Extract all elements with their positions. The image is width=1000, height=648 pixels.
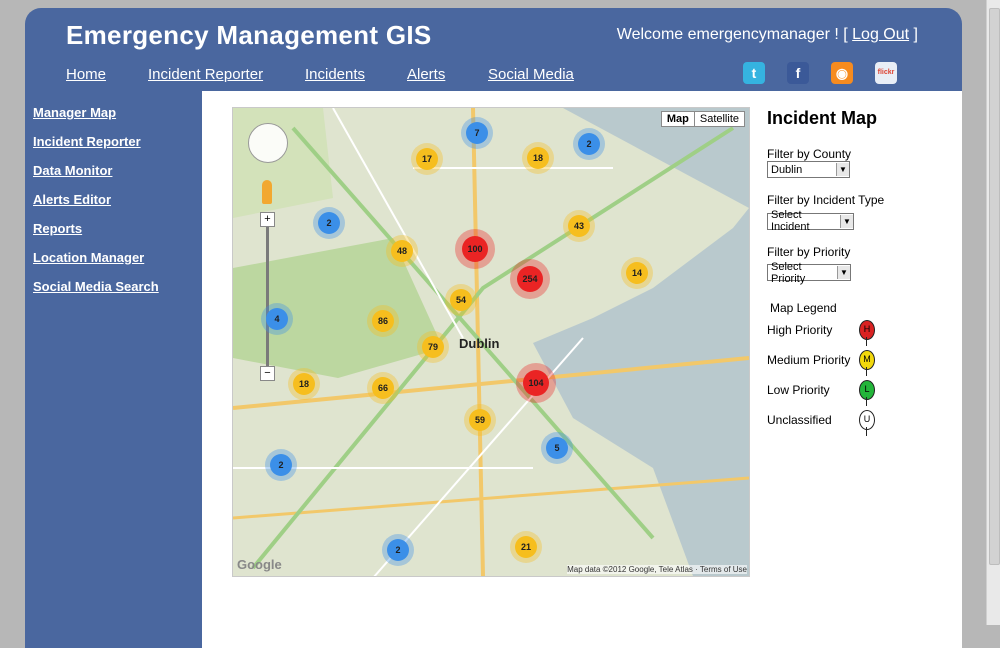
logout-link[interactable]: Log Out <box>852 26 909 43</box>
chevron-down-icon: ▼ <box>837 266 850 279</box>
sidebar-item-alerts-editor[interactable]: Alerts Editor <box>33 192 111 207</box>
street-view-pegman-icon[interactable] <box>262 180 272 204</box>
legend-label: Medium Priority <box>767 353 851 367</box>
map-city-label: Dublin <box>459 336 500 351</box>
google-logo: Google <box>237 557 282 572</box>
flickr-icon[interactable]: flickr <box>875 62 897 84</box>
incident-type-select-value: Select Incident <box>771 209 810 233</box>
incident-cluster-marker[interactable]: 54 <box>450 289 472 311</box>
incident-cluster-marker[interactable]: 104 <box>523 370 549 396</box>
priority-select[interactable]: Select Priority ▼ <box>767 261 851 285</box>
incident-cluster-marker[interactable]: 5 <box>546 437 568 459</box>
scrollbar-thumb[interactable] <box>989 8 1000 565</box>
legend-label: Unclassified <box>767 413 832 427</box>
rss-icon[interactable]: ◉ <box>831 62 853 84</box>
panel-title: Incident Map <box>767 108 878 128</box>
incident-cluster-marker[interactable]: 86 <box>372 310 394 332</box>
filter-panel: Incident Map Filter by County Dublin ▼ Fi… <box>767 108 952 436</box>
nav-alerts[interactable]: Alerts <box>407 66 445 83</box>
main-content: Dublin + − Map Satellite 7 2 17 18 2 43 … <box>202 91 962 648</box>
incident-cluster-marker[interactable]: 4 <box>266 308 288 330</box>
chevron-down-icon: ▼ <box>840 214 853 228</box>
incident-cluster-marker[interactable]: 43 <box>568 215 590 237</box>
zoom-slider[interactable] <box>266 218 269 378</box>
app-title: Emergency Management GIS <box>66 20 432 50</box>
county-select-value: Dublin <box>771 163 803 176</box>
priority-select-value: Select Priority <box>771 260 806 285</box>
medium-priority-pin-icon: M <box>859 350 875 376</box>
county-select[interactable]: Dublin ▼ <box>767 161 850 178</box>
twitter-icon[interactable]: t <box>743 62 765 84</box>
facebook-icon[interactable]: f <box>787 62 809 84</box>
map-pan-control[interactable] <box>248 123 288 163</box>
incident-cluster-marker[interactable]: 100 <box>462 236 488 262</box>
legend-item-medium: Medium Priority M <box>767 345 952 376</box>
sidebar-item-manager-map[interactable]: Manager Map <box>33 105 116 120</box>
sidebar-item-incident-reporter[interactable]: Incident Reporter <box>33 134 141 149</box>
incident-map[interactable]: Dublin + − Map Satellite 7 2 17 18 2 43 … <box>232 107 750 577</box>
page-scrollbar[interactable] <box>986 0 1000 625</box>
incident-type-filter-label: Filter by Incident Type <box>767 193 885 207</box>
incident-cluster-marker[interactable]: 17 <box>416 148 438 170</box>
incident-cluster-marker[interactable]: 2 <box>270 454 292 476</box>
nav-home[interactable]: Home <box>66 66 106 83</box>
nav-social-media[interactable]: Social Media <box>488 66 574 83</box>
legend-item-low: Low Priority L <box>767 375 952 406</box>
sidebar-item-data-monitor[interactable]: Data Monitor <box>33 163 112 178</box>
sidebar-item-reports[interactable]: Reports <box>33 221 82 236</box>
high-priority-pin-icon: H <box>859 320 875 346</box>
county-filter-label: Filter by County <box>767 147 852 161</box>
incident-cluster-marker[interactable]: 59 <box>469 409 491 431</box>
incident-cluster-marker[interactable]: 66 <box>372 377 394 399</box>
incident-cluster-marker[interactable]: 79 <box>422 336 444 358</box>
low-priority-pin-icon: L <box>859 380 875 406</box>
incident-cluster-marker[interactable]: 18 <box>293 373 315 395</box>
app-frame: Emergency Management GIS Welcome emergen… <box>25 8 962 648</box>
legend-item-unclassified: Unclassified U <box>767 405 952 436</box>
nav-incidents[interactable]: Incidents <box>305 66 365 83</box>
map-attribution: Map data ©2012 Google, Tele Atlas · Term… <box>567 565 747 574</box>
map-type-map-button[interactable]: Map <box>662 112 695 126</box>
sidebar-item-social-media-search[interactable]: Social Media Search <box>33 279 159 294</box>
zoom-in-button[interactable]: + <box>260 212 275 227</box>
zoom-out-button[interactable]: − <box>260 366 275 381</box>
incident-cluster-marker[interactable]: 2 <box>578 133 600 155</box>
incident-type-select[interactable]: Select Incident ▼ <box>767 209 854 233</box>
welcome-bracket: ] <box>913 26 918 43</box>
incident-cluster-marker[interactable]: 7 <box>466 122 488 144</box>
sidebar-item-location-manager[interactable]: Location Manager <box>33 250 144 265</box>
chevron-down-icon: ▼ <box>836 163 849 176</box>
incident-cluster-marker[interactable]: 14 <box>626 262 648 284</box>
map-type-satellite-button[interactable]: Satellite <box>695 112 744 126</box>
incident-cluster-marker[interactable]: 18 <box>527 147 549 169</box>
incident-cluster-marker[interactable]: 2 <box>318 212 340 234</box>
incident-cluster-marker[interactable]: 254 <box>517 266 543 292</box>
legend-title: Map Legend <box>770 301 837 315</box>
incident-cluster-marker[interactable]: 2 <box>387 539 409 561</box>
map-type-control: Map Satellite <box>660 111 745 127</box>
welcome-text: Welcome emergencymanager ! [ Log Out ] <box>617 26 918 44</box>
unclassified-pin-icon: U <box>859 410 875 436</box>
legend-label: Low Priority <box>767 383 830 397</box>
nav-incident-reporter[interactable]: Incident Reporter <box>148 66 263 83</box>
legend-label: High Priority <box>767 323 833 337</box>
legend-item-high: High Priority H <box>767 315 952 346</box>
welcome-label: Welcome emergencymanager ! [ <box>616 26 848 43</box>
priority-filter-label: Filter by Priority <box>767 244 851 259</box>
incident-cluster-marker[interactable]: 48 <box>391 240 413 262</box>
incident-cluster-marker[interactable]: 21 <box>515 536 537 558</box>
